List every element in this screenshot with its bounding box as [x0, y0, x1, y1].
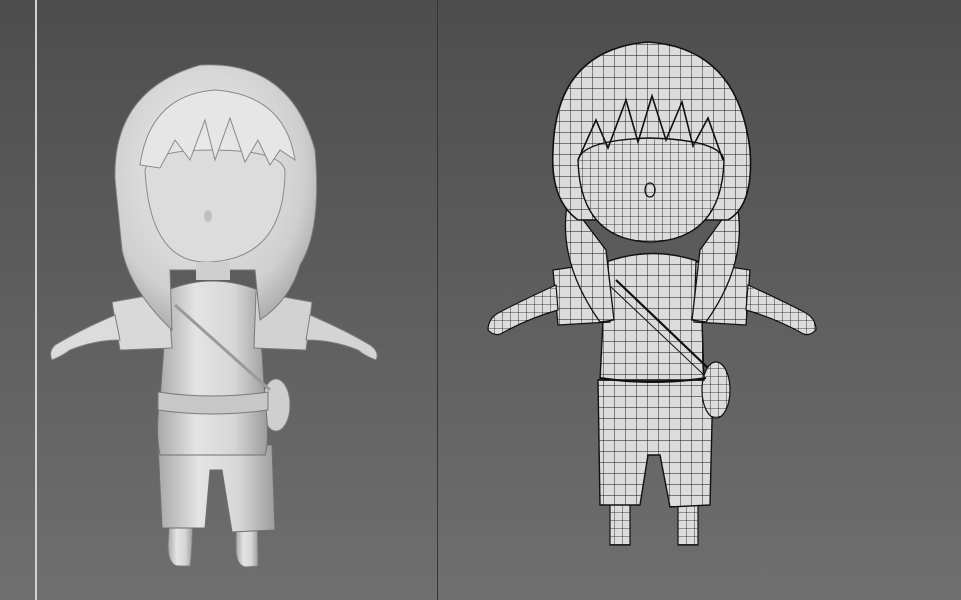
shaded-character-model[interactable]: [0, 0, 437, 600]
shaded-viewport[interactable]: [0, 0, 437, 600]
wireframe-viewport[interactable]: [438, 0, 961, 600]
wireframe-character-model[interactable]: [438, 0, 961, 600]
